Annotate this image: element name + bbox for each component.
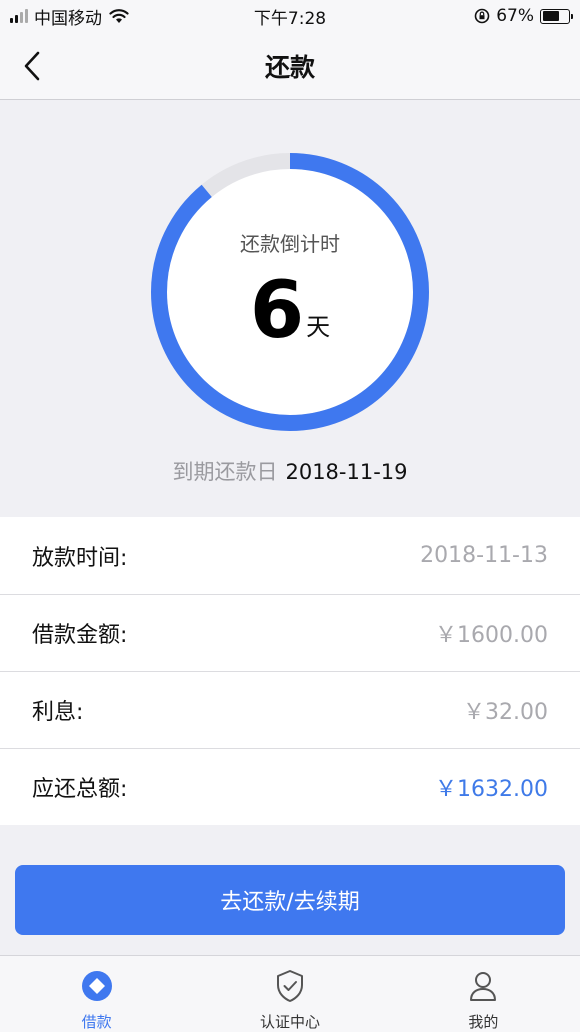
info-row-loan-amount: 借款金额: ￥1600.00 [0, 594, 580, 671]
rotation-lock-icon [474, 8, 490, 24]
tab-mine[interactable]: 我的 [387, 956, 580, 1032]
wifi-icon [109, 9, 129, 23]
loan-info-list: 放款时间: 2018-11-13 借款金额: ￥1600.00 利息: ￥32.… [0, 517, 580, 825]
info-label: 应还总额: [32, 776, 128, 802]
info-label: 利息: [32, 699, 84, 725]
nav-bar: 还款 [0, 32, 580, 100]
info-value: 2018-11-13 [420, 543, 548, 568]
signal-icon [10, 9, 28, 23]
carrier-name: 中国移动 [34, 8, 102, 29]
info-value-total: ￥1632.00 [435, 776, 548, 802]
info-row-disbursement-time: 放款时间: 2018-11-13 [0, 517, 580, 594]
ring-content: 还款倒计时 6 天 [150, 152, 430, 432]
tab-label: 我的 [468, 1013, 499, 1031]
tab-loan[interactable]: 借款 [0, 956, 193, 1032]
due-date-line: 到期还款日 2018-11-19 [0, 456, 580, 486]
tab-label: 借款 [81, 1013, 112, 1031]
countdown-value: 6 天 [150, 270, 430, 352]
info-label: 放款时间: [32, 545, 128, 571]
status-bar: 中国移动 下午7:28 67% [0, 0, 580, 32]
user-icon [465, 968, 501, 1003]
status-right: 67% [377, 6, 574, 26]
countdown-unit: 天 [306, 313, 331, 341]
countdown-ring: 还款倒计时 6 天 [150, 152, 430, 432]
info-label: 借款金额: [32, 622, 128, 648]
info-value: ￥1600.00 [435, 622, 548, 648]
loan-icon [79, 968, 115, 1003]
info-row-total-due: 应还总额: ￥1632.00 [0, 748, 580, 825]
tab-label: 认证中心 [259, 1013, 320, 1031]
page-title: 还款 [264, 52, 315, 82]
countdown-days: 6 [249, 266, 305, 356]
status-time: 下午7:28 [253, 8, 327, 29]
due-date-label: 到期还款日 [172, 460, 278, 484]
chevron-left-icon [24, 51, 40, 81]
info-row-interest: 利息: ￥32.00 [0, 671, 580, 748]
info-value: ￥32.00 [463, 699, 548, 725]
due-date-value: 2018-11-19 [285, 460, 408, 484]
battery-icon [540, 8, 574, 24]
tab-verification-center[interactable]: 认证中心 [193, 956, 386, 1032]
battery-fill [542, 11, 560, 21]
repay-renew-button[interactable]: 去还款/去续期 [15, 865, 565, 935]
battery-percent: 67% [496, 6, 535, 26]
status-left: 中国移动 [10, 4, 203, 29]
tab-bar: 借款 认证中心 我的 [0, 955, 580, 1032]
back-button[interactable] [14, 46, 50, 86]
shield-check-icon [272, 968, 308, 1003]
countdown-section: 还款倒计时 6 天 到期还款日 2018-11-19 [0, 100, 580, 517]
countdown-label: 还款倒计时 [240, 232, 340, 256]
